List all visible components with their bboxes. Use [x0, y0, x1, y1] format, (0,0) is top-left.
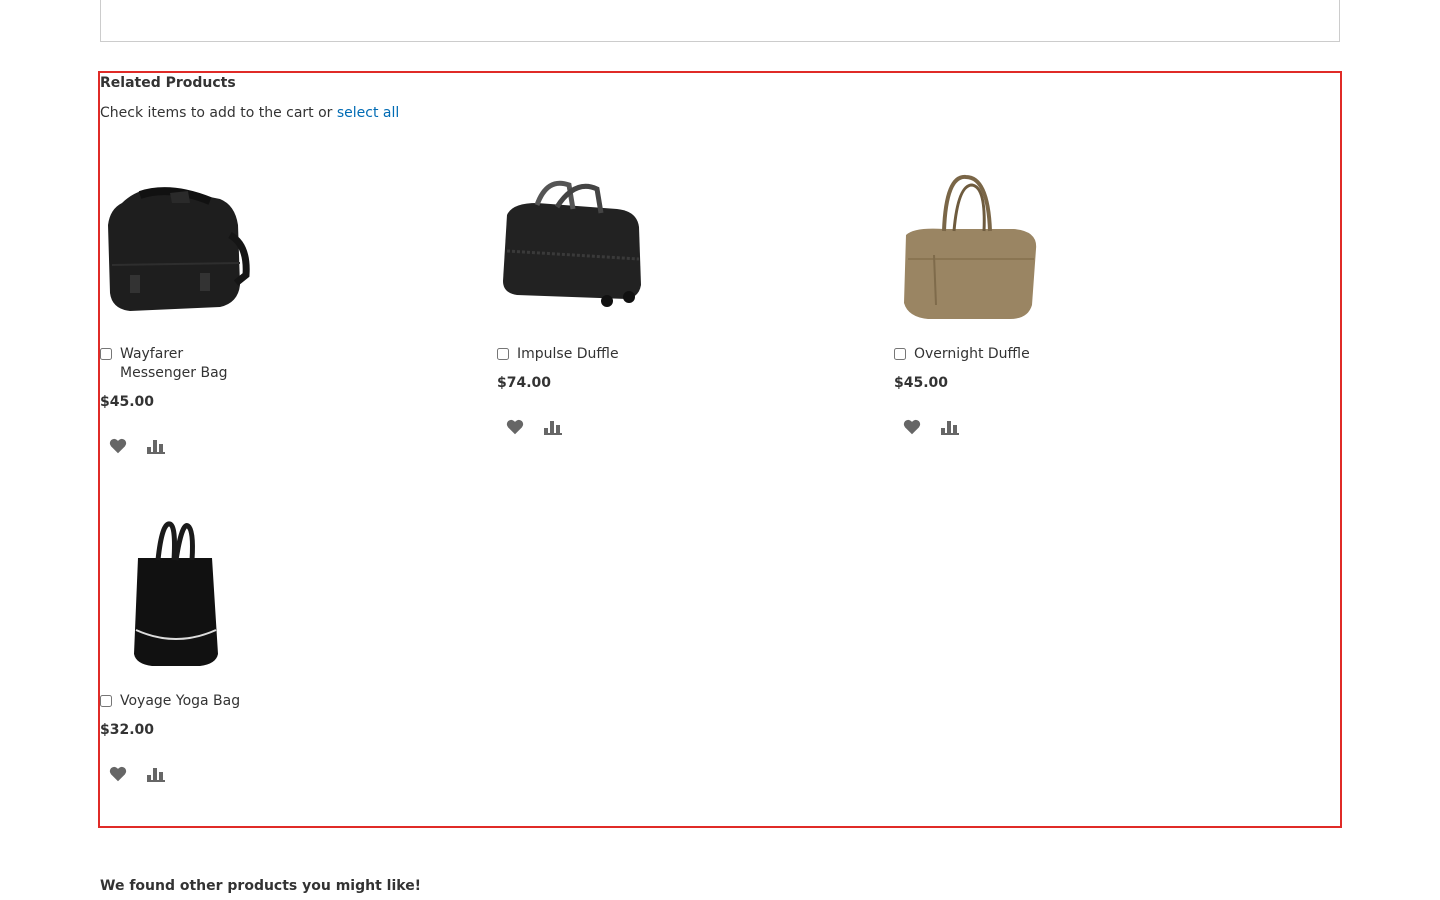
product-item-overnight: Overnight Duffle $45.00	[894, 155, 1254, 437]
add-to-cart-checkbox-overnight[interactable]	[894, 348, 906, 360]
heart-icon	[903, 419, 921, 435]
product-name-link[interactable]: Overnight Duffle	[914, 345, 1030, 364]
product-name-row: Voyage Yoga Bag	[100, 692, 460, 711]
compare-chart-icon	[147, 440, 165, 454]
compare-chart-icon	[544, 421, 562, 435]
product-actions	[100, 436, 460, 456]
product-item-impulse: Impulse Duffle $74.00	[497, 155, 857, 437]
product-name-row: Wayfarer Messenger Bag	[100, 345, 460, 383]
related-products-title: Related Products	[100, 75, 236, 91]
add-to-cart-checkbox-voyage[interactable]	[100, 695, 112, 707]
product-image-voyage[interactable]	[100, 508, 250, 692]
add-to-compare-button[interactable]	[940, 417, 960, 437]
compare-chart-icon	[941, 421, 959, 435]
add-to-cart-checkbox-wayfarer[interactable]	[100, 348, 112, 360]
add-to-wishlist-button[interactable]	[108, 764, 128, 784]
product-actions	[100, 764, 460, 784]
add-to-compare-button[interactable]	[146, 764, 166, 784]
product-image-overnight[interactable]	[894, 155, 1044, 345]
product-price: $45.00	[100, 394, 155, 410]
previous-section-box	[100, 0, 1340, 42]
heart-icon	[109, 438, 127, 454]
add-to-wishlist-button[interactable]	[902, 417, 922, 437]
product-actions	[497, 417, 857, 437]
product-name-link[interactable]: Voyage Yoga Bag	[120, 692, 240, 711]
add-to-compare-button[interactable]	[543, 417, 563, 437]
product-actions	[894, 417, 1254, 437]
heart-icon	[506, 419, 524, 435]
product-name-link[interactable]: Wayfarer Messenger Bag	[120, 345, 228, 383]
heart-icon	[109, 766, 127, 782]
product-image-wayfarer[interactable]	[100, 155, 250, 345]
product-price: $32.00	[100, 722, 155, 738]
instructions-text: Check items to add to the cart or	[100, 105, 333, 121]
add-to-wishlist-button[interactable]	[108, 436, 128, 456]
product-name-row: Overnight Duffle	[894, 345, 1254, 364]
add-to-compare-button[interactable]	[146, 436, 166, 456]
compare-chart-icon	[147, 768, 165, 782]
product-image-impulse[interactable]	[497, 155, 647, 345]
product-item-voyage: Voyage Yoga Bag $32.00	[100, 508, 460, 784]
product-item-wayfarer: Wayfarer Messenger Bag $45.00	[100, 155, 460, 456]
product-price: $74.00	[497, 375, 552, 391]
product-name-link[interactable]: Impulse Duffle	[517, 345, 619, 364]
product-price: $45.00	[894, 375, 949, 391]
select-all-link[interactable]: select all	[337, 105, 399, 121]
related-products-instructions: Check items to add to the cart or select…	[100, 103, 399, 123]
add-to-cart-checkbox-impulse[interactable]	[497, 348, 509, 360]
product-name-row: Impulse Duffle	[497, 345, 857, 364]
add-to-wishlist-button[interactable]	[505, 417, 525, 437]
other-products-title: We found other products you might like!	[100, 878, 422, 894]
